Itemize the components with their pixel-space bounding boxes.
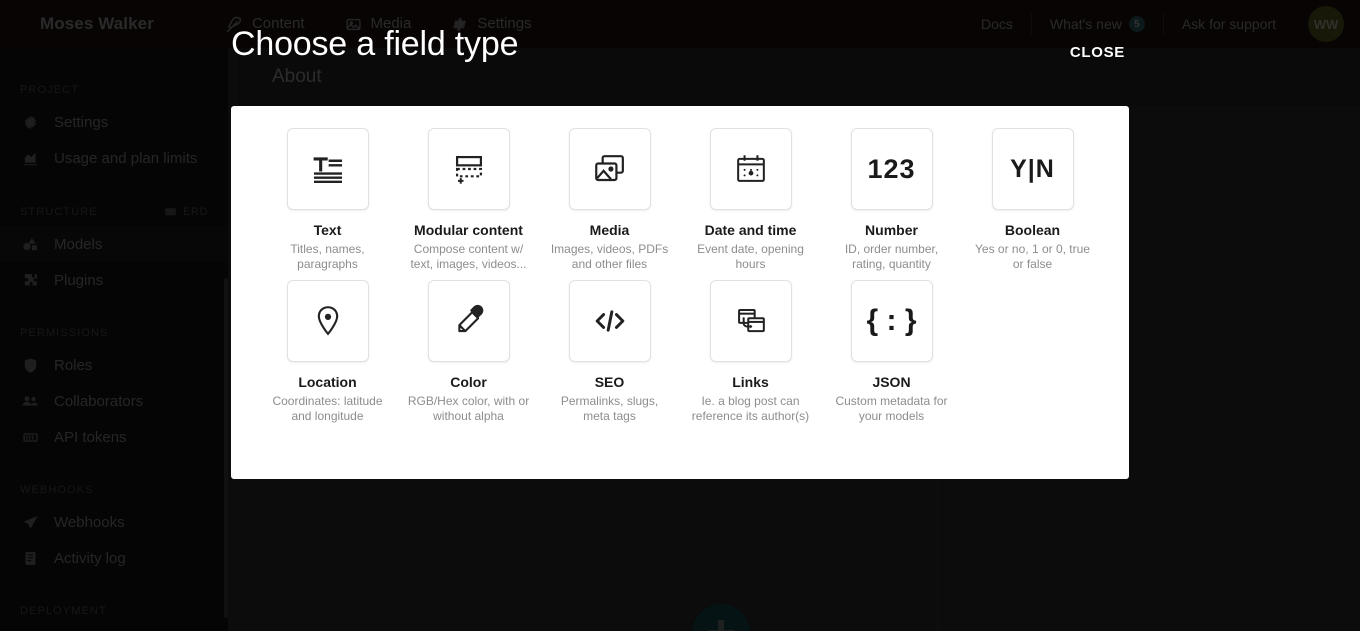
text-icon	[286, 128, 369, 210]
field-type-seo[interactable]: SEO Permalinks, slugs, meta tags	[539, 280, 680, 424]
yes-no-glyph: Y|N	[1010, 154, 1055, 183]
field-type-desc: Yes or no, 1 or 0, true or false	[975, 242, 1090, 271]
field-type-grid: Text Titles, names, paragraphs Modular c…	[257, 128, 1103, 424]
choose-field-type-modal: Choose a field type CLOSE Text Titles, n…	[0, 0, 1360, 631]
field-type-desc: Coordinates: latitude and longitude	[272, 394, 383, 423]
field-type-label: Modular content	[414, 222, 523, 238]
field-type-color[interactable]: Color RGB/Hex color, with or without alp…	[398, 280, 539, 424]
yes-no-icon: Y|N	[991, 128, 1074, 210]
field-type-number[interactable]: 123 Number ID, order number, rating, qua…	[821, 128, 962, 272]
modal-title: Choose a field type	[231, 25, 519, 63]
field-type-label: JSON	[872, 374, 911, 390]
close-button[interactable]: CLOSE	[1066, 38, 1129, 67]
number-123-glyph: 123	[867, 153, 916, 184]
field-type-modular-content[interactable]: Modular content Compose content w/ text,…	[398, 128, 539, 272]
code-brackets-icon	[568, 280, 651, 362]
field-type-label: Media	[589, 222, 630, 238]
curly-braces-icon: { : }	[850, 280, 933, 362]
field-type-desc: ID, order number, rating, quantity	[844, 242, 939, 271]
field-type-desc: Ie. a blog post can reference its author…	[691, 394, 810, 423]
field-type-label: Links	[732, 374, 769, 390]
map-pin-icon	[286, 280, 369, 362]
field-type-date-and-time[interactable]: Date and time Event date, opening hours	[680, 128, 821, 272]
field-type-label: SEO	[594, 374, 625, 390]
calendar-icon	[709, 128, 792, 210]
field-type-desc: Custom metadata for your models	[835, 394, 948, 423]
field-type-label: Color	[450, 374, 487, 390]
field-type-desc: Titles, names, paragraphs	[290, 242, 365, 271]
curly-braces-glyph: { : }	[866, 304, 917, 337]
field-type-desc: Images, videos, PDFs and other files	[550, 242, 669, 271]
field-type-label: Number	[865, 222, 918, 238]
field-type-desc: Permalinks, slugs, meta tags	[560, 394, 659, 423]
linked-windows-icon	[709, 280, 792, 362]
field-type-desc: RGB/Hex color, with or without alpha	[407, 394, 530, 423]
field-type-desc: Compose content w/ text, images, videos.…	[410, 242, 527, 271]
modular-blocks-icon	[427, 128, 510, 210]
field-type-desc: Event date, opening hours	[697, 242, 804, 271]
field-type-text[interactable]: Text Titles, names, paragraphs	[257, 128, 398, 272]
field-type-media[interactable]: Media Images, videos, PDFs and other fil…	[539, 128, 680, 272]
field-type-label: Location	[298, 374, 357, 390]
field-type-label: Date and time	[704, 222, 797, 238]
number-123-icon: 123	[850, 128, 933, 210]
image-stack-icon	[568, 128, 651, 210]
field-type-location[interactable]: Location Coordinates: latitude and longi…	[257, 280, 398, 424]
field-type-boolean[interactable]: Y|N Boolean Yes or no, 1 or 0, true or f…	[962, 128, 1103, 272]
modal-header: Choose a field type CLOSE	[231, 25, 1129, 67]
field-type-links[interactable]: Links Ie. a blog post can reference its …	[680, 280, 821, 424]
modal-card: Text Titles, names, paragraphs Modular c…	[231, 106, 1129, 479]
eyedropper-icon	[427, 280, 510, 362]
field-type-label: Boolean	[1004, 222, 1061, 238]
field-type-label: Text	[313, 222, 342, 238]
field-type-json[interactable]: { : } JSON Custom metadata for your mode…	[821, 280, 962, 424]
